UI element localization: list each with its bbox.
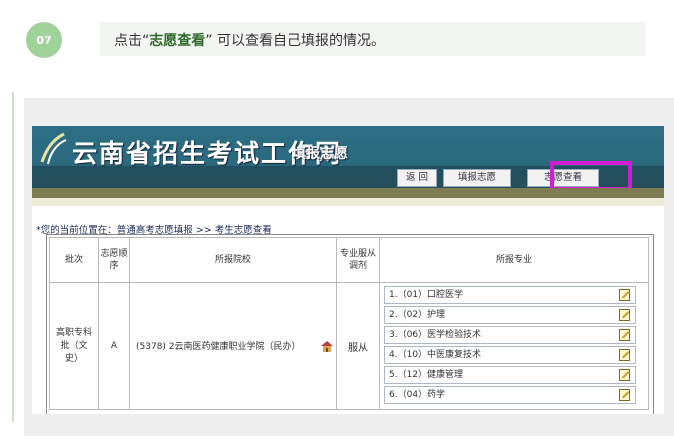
step-text-highlight: 志愿查看 xyxy=(149,33,206,49)
edit-icon[interactable] xyxy=(619,328,631,341)
cell-school: (5378) 2云南医药健康职业学院（民办） xyxy=(129,282,337,410)
table-header-row: 批次 志愿顺序 所报院校 专业服从调剂 所报专业 xyxy=(49,237,649,283)
step-text-prefix: 点击“ xyxy=(114,33,150,49)
site-logo-icon xyxy=(40,132,67,165)
list-item: 3.（06）医学检验技术 xyxy=(384,326,636,344)
header-school: 所报院校 xyxy=(129,237,337,283)
left-divider xyxy=(12,92,14,422)
header-order: 志愿顺序 xyxy=(98,237,130,283)
olive-bar xyxy=(32,188,664,198)
step-text-box: 点击“志愿查看” 可以查看自己填报的情况。 xyxy=(100,22,646,56)
list-item: 1.（01）口腔医学 xyxy=(384,286,636,304)
cell-majors: 1.（01）口腔医学 2.（02）护理 3.（06）医学检验技术 4.（10）中… xyxy=(379,282,649,410)
step-text-suffix: ” 可以查看自己填报的情况。 xyxy=(205,33,385,49)
cell-batch: 高职专科批（文史） xyxy=(49,282,99,410)
edit-icon[interactable] xyxy=(619,368,631,381)
school-name: (5378) 2云南医药健康职业学院（民办） xyxy=(136,342,301,353)
list-item: 5.（12）健康管理 xyxy=(384,366,636,384)
step-number-badge: 07 xyxy=(26,22,62,58)
embedded-screenshot: 云南省招生考试工作网 填报志愿 返 回 填报志愿 志愿查看 *您的当前位置在：普… xyxy=(32,126,664,414)
highlight-box xyxy=(550,161,632,191)
header-batch: 批次 xyxy=(49,237,99,283)
school-house-icon[interactable] xyxy=(321,340,334,353)
edit-icon[interactable] xyxy=(619,288,631,301)
cell-order: A xyxy=(98,282,130,410)
olive-under-bar xyxy=(32,198,664,206)
edit-icon[interactable] xyxy=(619,348,631,361)
step-instruction: 07 点击“志愿查看” 可以查看自己填报的情况。 xyxy=(26,22,646,58)
nav-back[interactable]: 返 回 xyxy=(397,169,437,187)
screenshot-frame: 云南省招生考试工作网 填报志愿 返 回 填报志愿 志愿查看 *您的当前位置在：普… xyxy=(24,98,674,436)
major-label: 2.（02）护理 xyxy=(389,310,446,320)
step-text: 点击“志愿查看” 可以查看自己填报的情况。 xyxy=(114,30,385,50)
list-item: 4.（10）中医康复技术 xyxy=(384,346,636,364)
major-label: 1.（01）口腔医学 xyxy=(389,290,464,300)
edit-icon[interactable] xyxy=(619,308,631,321)
site-subtitle: 填报志愿 xyxy=(292,146,348,162)
major-label: 6.（04）药学 xyxy=(389,390,446,400)
major-label: 5.（12）健康管理 xyxy=(389,370,464,380)
header-adjust: 专业服从调剂 xyxy=(336,237,380,283)
header-majors: 所报专业 xyxy=(379,237,649,283)
major-label: 4.（10）中医康复技术 xyxy=(389,350,482,360)
cell-adjust: 服从 xyxy=(336,282,380,410)
application-table: 批次 志愿顺序 所报院校 专业服从调剂 所报专业 高职专科批（文史） A (53… xyxy=(46,234,654,414)
table-row: 高职专科批（文史） A (5378) 2云南医药健康职业学院（民办） 服从 1.… xyxy=(49,282,649,410)
nav-fill-application[interactable]: 填报志愿 xyxy=(443,169,511,187)
list-item: 2.（02）护理 xyxy=(384,306,636,324)
major-label: 3.（06）医学检验技术 xyxy=(389,330,482,340)
edit-icon[interactable] xyxy=(619,388,631,401)
list-item: 6.（04）药学 xyxy=(384,386,636,404)
